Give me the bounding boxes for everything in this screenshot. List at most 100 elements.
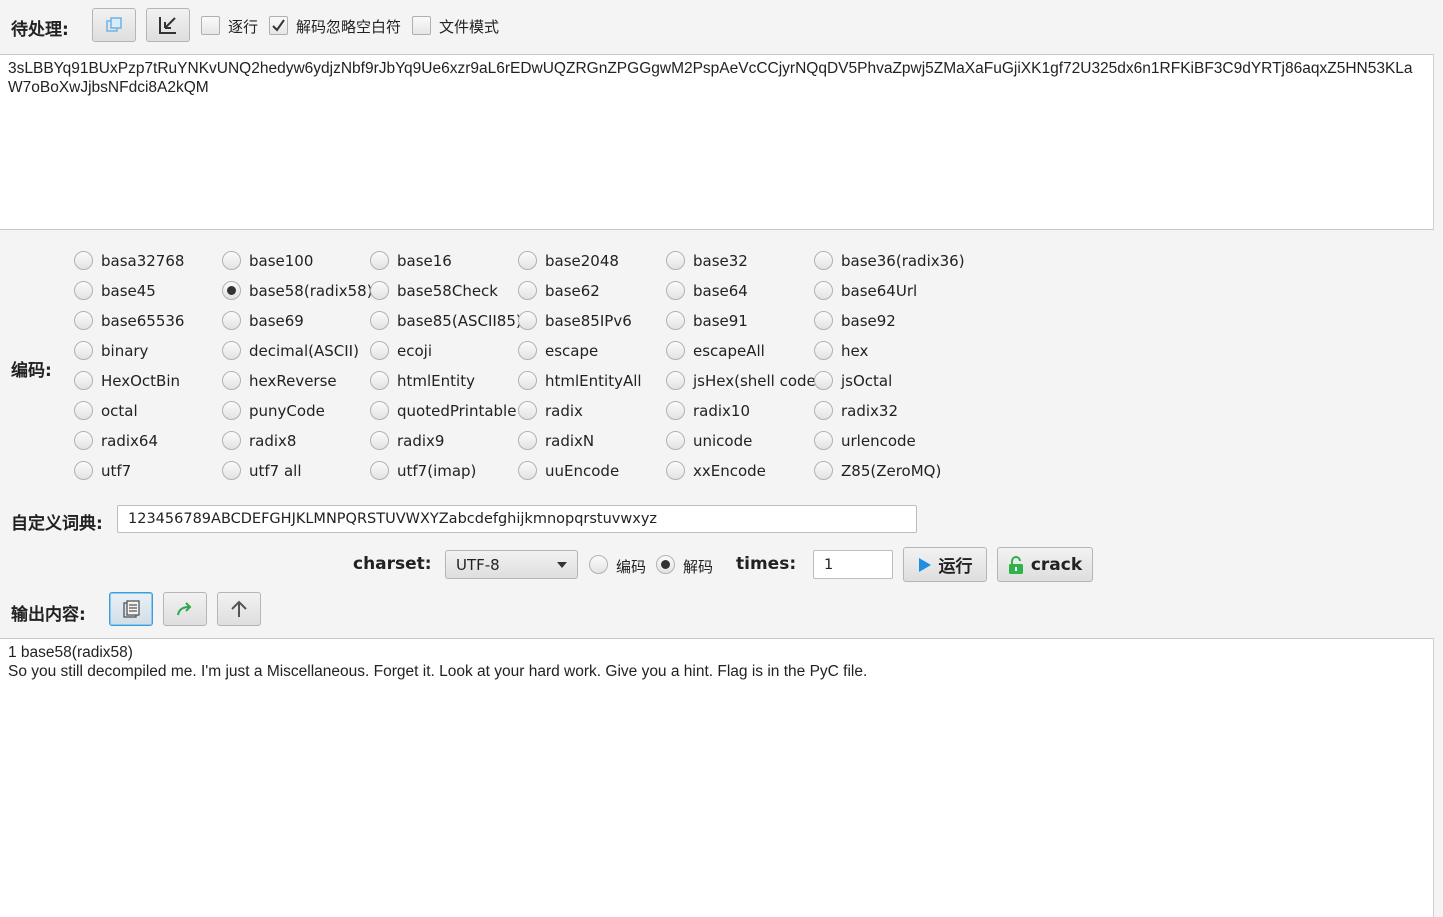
encoding-label-escape: escape bbox=[545, 342, 599, 360]
encoding-label-base100: base100 bbox=[249, 252, 314, 270]
encoding-radio-unicode[interactable] bbox=[666, 431, 685, 450]
encoding-radio-jsoctal[interactable] bbox=[814, 371, 833, 390]
encoding-radio-base58-radix58[interactable] bbox=[222, 281, 241, 300]
encoding-label-base32: base32 bbox=[693, 252, 748, 270]
crack-button-label: crack bbox=[1030, 554, 1083, 575]
output-section-label: 输出内容: bbox=[11, 605, 86, 625]
encoding-label-radixn: radixN bbox=[545, 432, 595, 450]
dictionary-input[interactable]: 123456789ABCDEFGHJKLMNPQRSTUVWXYZabcdefg… bbox=[117, 505, 917, 533]
encoding-radio-urlencode[interactable] bbox=[814, 431, 833, 450]
decode-mode-radio[interactable] bbox=[656, 555, 675, 574]
import-button[interactable] bbox=[146, 8, 190, 42]
move-up-button[interactable] bbox=[217, 592, 261, 626]
crack-button[interactable]: crack bbox=[997, 547, 1093, 582]
encoding-radio-htmlentityall[interactable] bbox=[518, 371, 537, 390]
ignore-whitespace-checkbox[interactable] bbox=[269, 16, 288, 35]
encoding-radio-radix9[interactable] bbox=[370, 431, 389, 450]
times-input[interactable]: 1 bbox=[813, 550, 893, 579]
encoding-radio-base65536[interactable] bbox=[74, 311, 93, 330]
encoding-radio-jshex-shell-code[interactable] bbox=[666, 371, 685, 390]
encoding-radio-base100[interactable] bbox=[222, 251, 241, 270]
encoding-radio-utf7[interactable] bbox=[74, 461, 93, 480]
charset-label: charset: bbox=[353, 554, 432, 574]
encoding-radio-htmlentity[interactable] bbox=[370, 371, 389, 390]
encoding-radio-ecoji[interactable] bbox=[370, 341, 389, 360]
file-mode-checkbox[interactable] bbox=[412, 16, 431, 35]
encoding-radio-base45[interactable] bbox=[74, 281, 93, 300]
encoding-radio-base32[interactable] bbox=[666, 251, 685, 270]
encoding-label-octal: octal bbox=[101, 402, 138, 420]
encoding-radio-base69[interactable] bbox=[222, 311, 241, 330]
encoding-radio-punycode[interactable] bbox=[222, 401, 241, 420]
run-button[interactable]: 运行 bbox=[903, 547, 987, 582]
encoding-radio-base64[interactable] bbox=[666, 281, 685, 300]
encoding-radio-binary[interactable] bbox=[74, 341, 93, 360]
encoding-label-utf7-imap: utf7(imap) bbox=[397, 462, 477, 480]
copy-input-button[interactable] bbox=[92, 8, 136, 42]
encode-mode-radio[interactable] bbox=[589, 555, 608, 574]
encoding-label-radix8: radix8 bbox=[249, 432, 297, 450]
encoding-radio-base85ipv6[interactable] bbox=[518, 311, 537, 330]
charset-select[interactable]: UTF-8 bbox=[445, 550, 578, 579]
encoding-radio-radix10[interactable] bbox=[666, 401, 685, 420]
encoding-radio-uuencode[interactable] bbox=[518, 461, 537, 480]
copy-output-button[interactable] bbox=[109, 592, 153, 626]
encoding-label-quotedprintable: quotedPrintable bbox=[397, 402, 517, 420]
encoding-radio-escape[interactable] bbox=[518, 341, 537, 360]
encoding-radio-base62[interactable] bbox=[518, 281, 537, 300]
encoding-label-base92: base92 bbox=[841, 312, 896, 330]
encoding-radio-utf7-all[interactable] bbox=[222, 461, 241, 480]
line-by-line-checkbox[interactable] bbox=[201, 16, 220, 35]
output-textarea[interactable]: 1 base58(radix58) So you still decompile… bbox=[0, 638, 1434, 917]
encoding-label-z85-zeromq: Z85(ZeroMQ) bbox=[841, 462, 942, 480]
encoding-radio-decimal-ascii[interactable] bbox=[222, 341, 241, 360]
encoding-label-ecoji: ecoji bbox=[397, 342, 432, 360]
check-icon bbox=[272, 19, 285, 32]
encoding-radio-base85-ascii85[interactable] bbox=[370, 311, 389, 330]
encoding-label-urlencode: urlencode bbox=[841, 432, 916, 450]
encoding-radio-octal[interactable] bbox=[74, 401, 93, 420]
copy-icon bbox=[106, 17, 122, 32]
encoding-label-xxencode: xxEncode bbox=[693, 462, 766, 480]
encoding-radio-base64url[interactable] bbox=[814, 281, 833, 300]
times-label: times: bbox=[736, 554, 797, 574]
encoding-label-radix9: radix9 bbox=[397, 432, 445, 450]
encoding-radio-xxencode[interactable] bbox=[666, 461, 685, 480]
encoding-radio-base16[interactable] bbox=[370, 251, 389, 270]
encoding-label-base65536: base65536 bbox=[101, 312, 185, 330]
encode-mode-label: 编码 bbox=[616, 558, 647, 576]
encoding-radio-radix[interactable] bbox=[518, 401, 537, 420]
encoding-radio-utf7-imap[interactable] bbox=[370, 461, 389, 480]
encoding-radio-basa32768[interactable] bbox=[74, 251, 93, 270]
encoding-label-base64url: base64Url bbox=[841, 282, 918, 300]
encoding-radio-base2048[interactable] bbox=[518, 251, 537, 270]
encoding-label-basa32768: basa32768 bbox=[101, 252, 185, 270]
encoding-radio-base58check[interactable] bbox=[370, 281, 389, 300]
decode-mode-label: 解码 bbox=[683, 558, 714, 576]
encoding-radio-z85-zeromq[interactable] bbox=[814, 461, 833, 480]
encoding-label-base2048: base2048 bbox=[545, 252, 619, 270]
forward-output-button[interactable] bbox=[163, 592, 207, 626]
encoding-label-base91: base91 bbox=[693, 312, 748, 330]
encoding-radio-base92[interactable] bbox=[814, 311, 833, 330]
encoding-radio-radix32[interactable] bbox=[814, 401, 833, 420]
file-mode-label: 文件模式 bbox=[439, 18, 500, 36]
play-icon bbox=[918, 557, 931, 572]
encoding-radio-radix64[interactable] bbox=[74, 431, 93, 450]
encoding-label-base85-ascii85: base85(ASCII85) bbox=[397, 312, 522, 330]
encoding-radio-escapeall[interactable] bbox=[666, 341, 685, 360]
encoding-label-base69: base69 bbox=[249, 312, 304, 330]
encoding-radio-radixn[interactable] bbox=[518, 431, 537, 450]
encoding-radio-hex[interactable] bbox=[814, 341, 833, 360]
encoding-radio-hexreverse[interactable] bbox=[222, 371, 241, 390]
encoding-radio-hexoctbin[interactable] bbox=[74, 371, 93, 390]
encoding-radio-base36-radix36[interactable] bbox=[814, 251, 833, 270]
input-textarea[interactable]: 3sLBBYq91BUxPzp7tRuYNKvUNQ2hedyw6ydjzNbf… bbox=[0, 54, 1434, 230]
encoding-radio-base91[interactable] bbox=[666, 311, 685, 330]
encoding-label-base62: base62 bbox=[545, 282, 600, 300]
encoding-radio-quotedprintable[interactable] bbox=[370, 401, 389, 420]
ignore-whitespace-label: 解码忽略空白符 bbox=[296, 18, 402, 36]
encoding-radio-radix8[interactable] bbox=[222, 431, 241, 450]
encoding-label-hexreverse: hexReverse bbox=[249, 372, 337, 390]
encoding-label-utf7-all: utf7 all bbox=[249, 462, 302, 480]
